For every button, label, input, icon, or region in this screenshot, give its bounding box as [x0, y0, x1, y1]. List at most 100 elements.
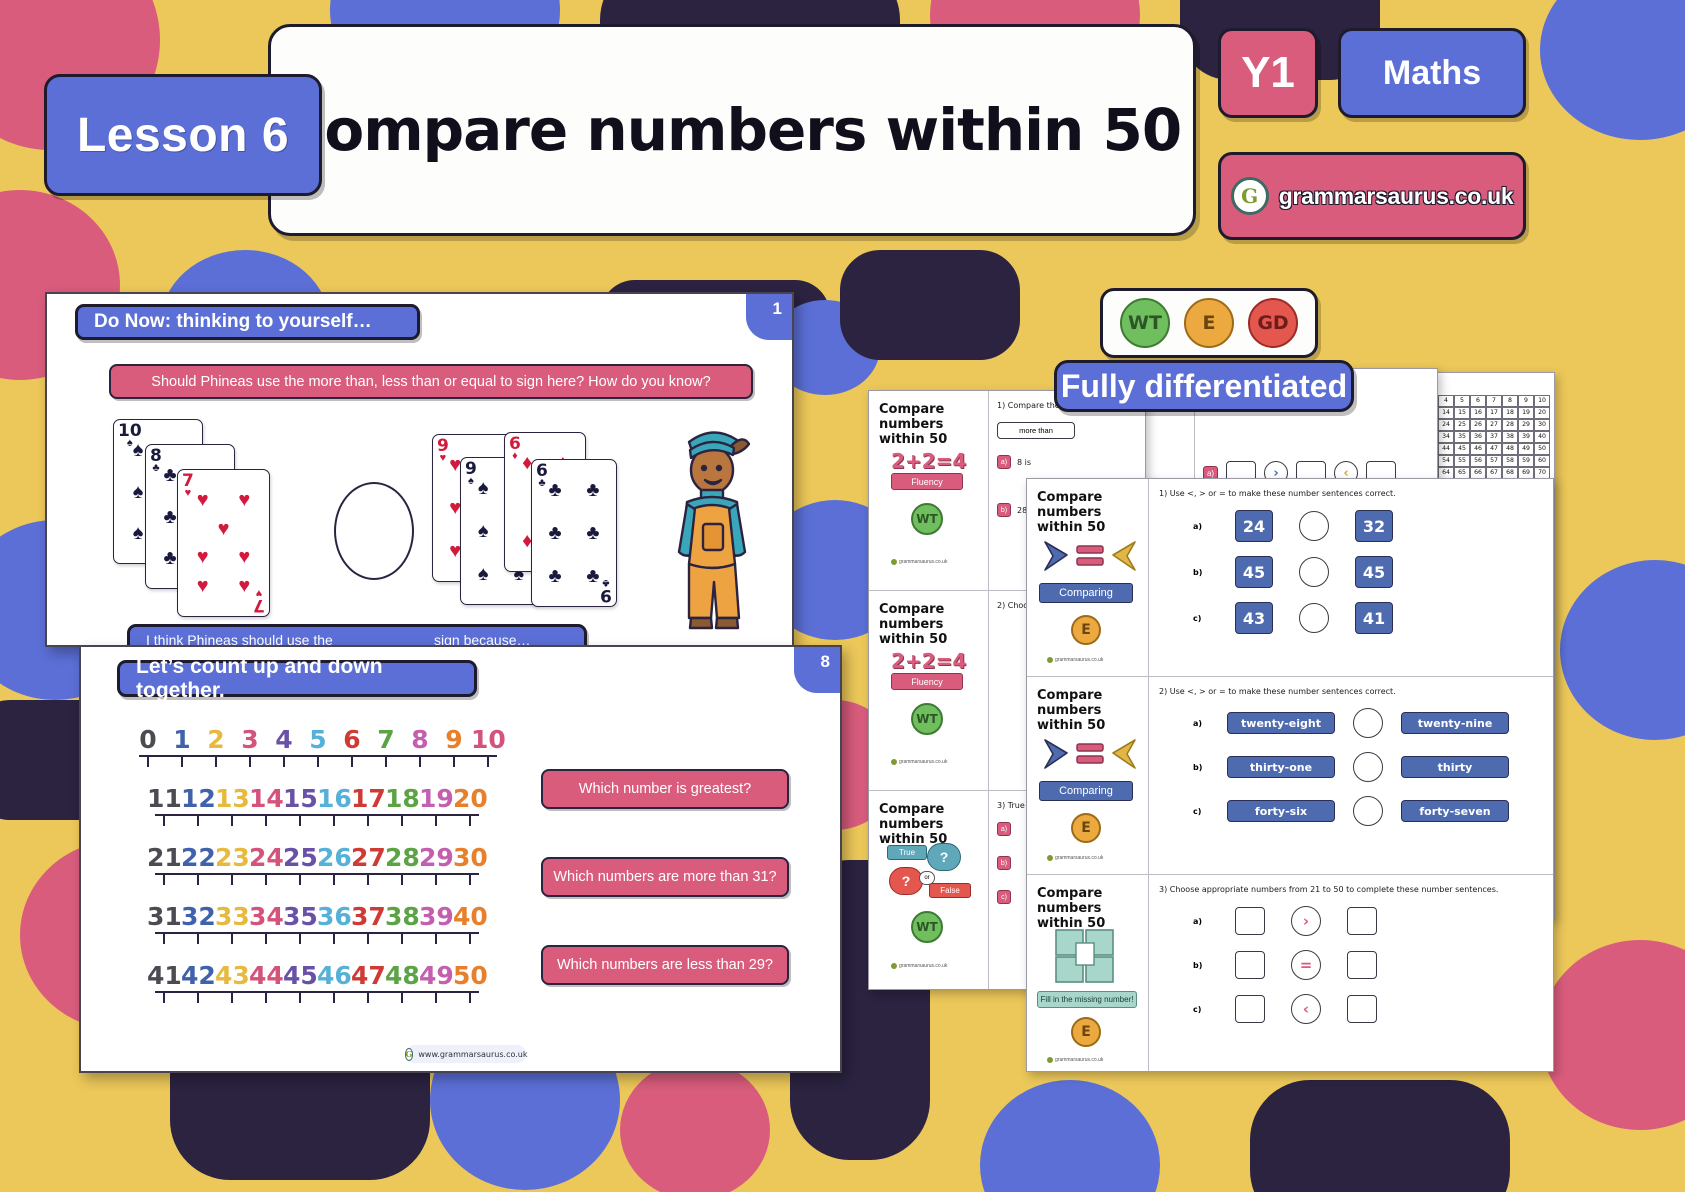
medal-label: WT [916, 920, 938, 934]
question-row: a) › [1159, 906, 1545, 936]
answer-circle[interactable] [1353, 752, 1383, 782]
slide8-question-1[interactable]: Which number is greatest? [541, 769, 789, 809]
number-line-value: 17 [351, 784, 386, 813]
number-tile: 41 [1355, 602, 1393, 634]
hundred-square-cell: 29 [1518, 419, 1534, 431]
number-line-axis [131, 755, 505, 770]
playing-card: 6 ♣ 9 ♣ ♣ ♣ ♣ ♣ ♣ ♣ [531, 459, 617, 607]
medal-label: E [1202, 312, 1216, 334]
worksheet-tag-text: Fluency [911, 676, 943, 687]
worksheet-panel: Compare numbers within 50 Comparing E gr… [1027, 677, 1553, 875]
worksheet-footer: grammarsaurus.co.uk [1047, 657, 1103, 663]
playing-card: 7 ♥ 7 ♥ ♥ ♥ ♥ ♥ ♥ ♥ ♥ [177, 469, 270, 617]
worksheet-tag-fluency: Fluency [891, 673, 963, 690]
number-line-value: 34 [249, 902, 284, 931]
slide8-question-3-text: Which numbers are less than 29? [557, 957, 773, 973]
q3-prompt: 3) Choose appropriate numbers from 21 to… [1159, 885, 1499, 894]
worksheet-title: Compare numbers within 50 [879, 602, 948, 647]
hundred-square-cell: 5 [1454, 395, 1470, 407]
slide8-question-2-text: Which numbers are more than 31? [553, 869, 777, 885]
q3-rows: a) › b) = c) ‹ [1159, 906, 1545, 1024]
slide-do-now[interactable]: 1 Do Now: thinking to yourself… Should P… [45, 292, 794, 656]
question-label: c) [1193, 613, 1202, 623]
medal-label: E [1081, 820, 1091, 836]
answer-circle[interactable] [1353, 708, 1383, 738]
hundred-square-cell: 55 [1454, 455, 1470, 467]
number-line-value: 25 [283, 843, 318, 872]
answer-box[interactable] [1347, 907, 1377, 935]
hundred-square-cell: 46 [1470, 443, 1486, 455]
slide8-question-1-text: Which number is greatest? [578, 781, 752, 797]
slide-page-number: 8 [794, 647, 840, 693]
answer-box[interactable] [1347, 995, 1377, 1023]
worksheet-title: Compare numbers within 50 [879, 402, 948, 447]
hundred-square-cell: 19 [1518, 407, 1534, 419]
worksheet-sidebar: Compare numbers within 50 Fill in the mi… [1027, 875, 1149, 1071]
number-line-value: 28 [385, 843, 420, 872]
hundred-square-cell: 4 [1438, 395, 1454, 407]
q1-prompt: 1) Use <, > or = to make these number se… [1159, 489, 1396, 498]
answer-box[interactable] [1235, 907, 1265, 935]
number-line: 11 12 13 14 15 16 17 18 19 20 [147, 784, 505, 829]
hundred-square-cell: 27 [1486, 419, 1502, 431]
hundred-square-cell: 58 [1502, 455, 1518, 467]
answer-box[interactable] [1347, 951, 1377, 979]
grammarsaurus-logo-icon: G [404, 1047, 414, 1061]
answer-circle[interactable] [1299, 511, 1329, 541]
question-label-b: b) [997, 503, 1011, 517]
slide8-question-3[interactable]: Which numbers are less than 29? [541, 945, 789, 985]
comparison-sign-icon: › [1291, 906, 1321, 936]
lesson-label: Lesson 6 [76, 108, 290, 162]
hundred-square-cell: 28 [1502, 419, 1518, 431]
hundred-square-cell: 49 [1518, 443, 1534, 455]
q1-rows: a) 24 32 b) 45 45 c) 43 41 [1159, 510, 1545, 634]
worksheet-title: Compare numbers within 50 [1037, 886, 1106, 931]
answer-box[interactable] [1235, 995, 1265, 1023]
hundred-square-cell: 57 [1486, 455, 1502, 467]
hundred-square-cell: 60 [1534, 455, 1550, 467]
number-line-axis [147, 814, 487, 829]
number-line-value: 21 [147, 843, 182, 872]
question-label-a: a) [997, 822, 1011, 836]
word-chip-text: more than [1019, 426, 1053, 435]
wt-item-a-text: 8 is [1017, 457, 1032, 467]
slide8-question-2[interactable]: Which numbers are more than 31? [541, 857, 789, 897]
grammarsaurus-logo-icon [1047, 1057, 1053, 1063]
answer-circle[interactable] [1299, 603, 1329, 633]
medal-wt-icon: WT [1120, 298, 1170, 348]
worksheet-tag-comparing: Comparing [1039, 583, 1133, 603]
grammarsaurus-logo-icon [1047, 855, 1053, 861]
word-chip-more-than[interactable]: more than [997, 422, 1075, 439]
year-label: Y1 [1241, 48, 1295, 97]
worksheet-title: Compare numbers within 50 [1037, 490, 1106, 535]
answer-box[interactable] [1235, 951, 1265, 979]
hundred-square-cell: 35 [1454, 431, 1470, 443]
worksheet-sidebar: Compare numbers within 50 Comparing E gr… [1027, 479, 1149, 676]
answer-circle[interactable] [1299, 557, 1329, 587]
worksheet-front-sheet[interactable]: Compare numbers within 50 Comparing E gr… [1026, 478, 1554, 1072]
comparison-sign-icon: = [1291, 950, 1321, 980]
number-line-value: 26 [317, 843, 352, 872]
worksheet-footer: grammarsaurus.co.uk [891, 559, 947, 565]
number-line-value: 37 [351, 902, 386, 931]
comparison-symbols-graphic [1044, 739, 1136, 769]
question-label: a) [1193, 718, 1203, 728]
worksheet-sidebar: Compare numbers within 50 2+2=4 Fluency … [869, 591, 989, 790]
hundred-square-cell: 6 [1470, 395, 1486, 407]
number-line-value: 4 [275, 725, 293, 754]
question-mark-bubble-icon: ? [889, 867, 923, 895]
page-title-card: Compare numbers within 50 [268, 24, 1196, 236]
worksheet-tag-text: Fill in the missing number! [1040, 995, 1134, 1004]
number-line-group: 0 1 2 3 4 5 6 7 8 9 10 11 12 13 14 15 16 17 18 19 20 21 22 23 24… [131, 725, 506, 1020]
number-line-value: 9 [445, 725, 463, 754]
number-line-value: 10 [471, 725, 506, 754]
slide-count-together[interactable]: 8 Let’s count up and down together. 0123… [79, 645, 842, 1073]
comparison-circle[interactable] [334, 482, 414, 580]
question-label: c) [1193, 1004, 1202, 1014]
number-line-value: 35 [283, 902, 318, 931]
answer-circle[interactable] [1353, 796, 1383, 826]
medal-label: WT [916, 712, 938, 726]
medal-e-icon: E [1071, 1017, 1101, 1047]
number-line-value: 39 [419, 902, 454, 931]
hundred-square-cell: 26 [1470, 419, 1486, 431]
